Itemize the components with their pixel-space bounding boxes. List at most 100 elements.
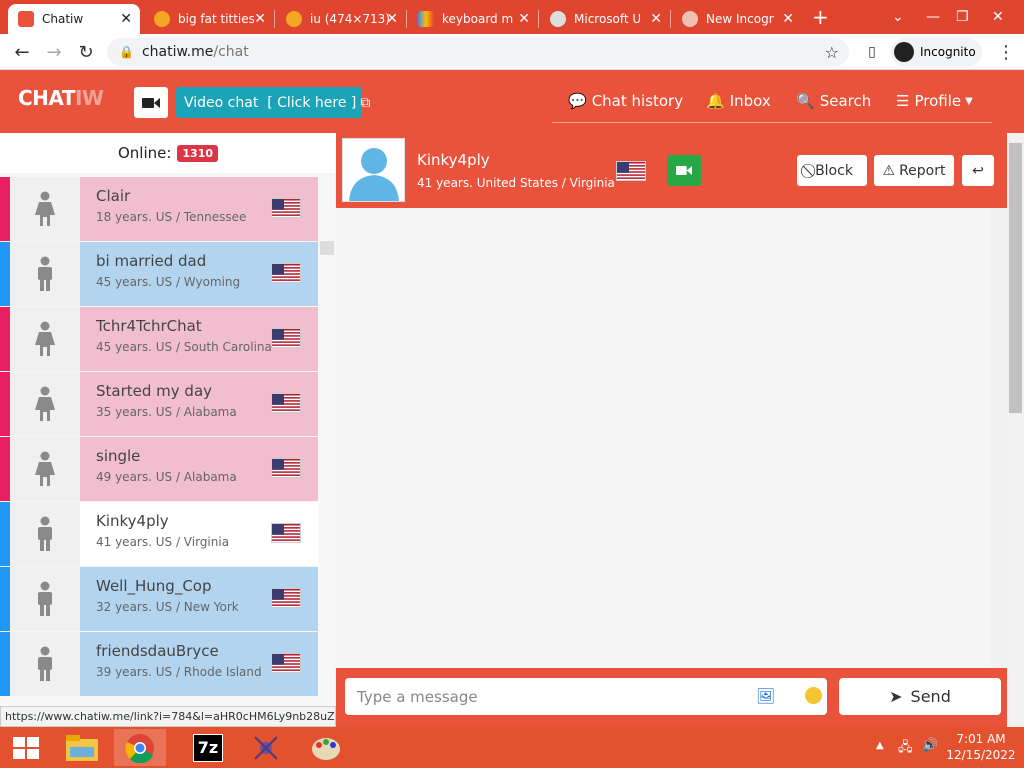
video-camera-button[interactable] xyxy=(134,87,168,118)
nav-search[interactable]: 🔍 Search xyxy=(796,92,871,110)
scroll-thumb[interactable] xyxy=(320,241,334,255)
show-hidden-icons[interactable]: ▲ xyxy=(876,740,884,751)
report-button[interactable]: ⚠ Report xyxy=(874,155,954,186)
emoji-icon[interactable] xyxy=(805,687,822,704)
message-scrollbar[interactable] xyxy=(991,208,1007,668)
close-tab-icon[interactable]: ✕ xyxy=(782,11,794,27)
menu-kebab-icon[interactable]: ⋮ xyxy=(992,34,1020,70)
us-flag-icon xyxy=(271,523,301,543)
network-icon[interactable]: 🖧 xyxy=(898,738,913,760)
tab-chatiw[interactable]: Chatiw ✕ xyxy=(8,4,140,34)
user-list-item[interactable]: Clair 18 years. US / Tennessee xyxy=(0,177,318,241)
site-favicon-icon xyxy=(286,11,302,27)
close-window-icon[interactable]: ✕ xyxy=(992,0,1004,34)
paint-icon[interactable] xyxy=(300,729,352,766)
new-tab-icon[interactable]: + xyxy=(812,0,832,34)
url-bar[interactable]: 🔒 chatiw.me /chat ☆ xyxy=(107,38,849,66)
tab-title: Microsoft U xyxy=(574,12,640,26)
avatar[interactable] xyxy=(342,138,405,202)
nav-profile[interactable]: ☰ Profile ▼ xyxy=(896,92,973,110)
gender-stripe xyxy=(0,437,10,501)
us-flag-icon xyxy=(271,263,301,283)
system-clock[interactable]: 7:01 AM 12/15/2022 xyxy=(946,731,1016,763)
nav-chat-history[interactable]: 💬 Chat history xyxy=(568,92,683,110)
user-card[interactable]: single 49 years. US / Alabama xyxy=(80,437,318,501)
site-header: CHATIW Video chat [ Click here ] ⧉ 💬 Cha… xyxy=(0,70,1024,133)
tab-2[interactable]: big fat titties ✕ xyxy=(144,4,274,34)
app-spider-icon[interactable] xyxy=(240,729,292,766)
user-list-item[interactable]: Kinky4ply 41 years. US / Virginia xyxy=(0,502,318,566)
page-scrollbar[interactable] xyxy=(1007,133,1024,727)
us-flag-icon xyxy=(616,161,646,181)
close-tab-icon[interactable]: ✕ xyxy=(254,11,266,27)
incognito-indicator[interactable]: Incognito xyxy=(890,38,982,66)
message-input[interactable]: Type a message 🖼 xyxy=(345,678,827,715)
tab-title: big fat titties xyxy=(178,12,254,26)
windows-start-icon[interactable] xyxy=(0,729,52,766)
site-favicon-icon xyxy=(154,11,170,27)
send-button[interactable]: ➤ Send xyxy=(839,678,1001,715)
online-count-badge: 1310 xyxy=(177,144,219,162)
nav-label: Inbox xyxy=(729,92,771,110)
user-list-item[interactable]: friendsdauBryce 39 years. US / Rhode Isla… xyxy=(0,632,318,696)
user-card[interactable]: bi married dad 45 years. US / Wyoming xyxy=(80,242,318,306)
tab-3[interactable]: iu (474×713) ✕ xyxy=(276,4,406,34)
user-card[interactable]: friendsdauBryce 39 years. US / Rhode Isla… xyxy=(80,632,318,696)
us-flag-icon xyxy=(271,653,301,673)
tab-4[interactable]: keyboard m ✕ xyxy=(408,4,538,34)
user-list-item[interactable]: Tchr4TchrChat 45 years. US / South Caroli… xyxy=(0,307,318,371)
message-placeholder: Type a message xyxy=(357,687,478,706)
image-upload-icon[interactable]: 🖼 xyxy=(756,687,775,705)
close-tab-icon[interactable]: ✕ xyxy=(120,11,132,27)
user-list-scrollbar[interactable] xyxy=(318,173,336,706)
close-tab-icon[interactable]: ✕ xyxy=(518,11,530,27)
user-name: Started my day xyxy=(96,382,213,400)
user-list-item[interactable]: Well_Hung_Cop 32 years. US / New York xyxy=(0,567,318,631)
nav-inbox[interactable]: 🔔 Inbox xyxy=(706,92,771,110)
caret-down-icon: ▼ xyxy=(965,95,973,107)
block-button[interactable]: ⃠ Block xyxy=(797,155,867,186)
user-card[interactable]: Kinky4ply 41 years. US / Virginia xyxy=(80,502,318,566)
scroll-thumb[interactable] xyxy=(1009,143,1022,413)
reload-icon[interactable]: ↻ xyxy=(72,34,100,70)
user-list-item[interactable]: single 49 years. US / Alabama xyxy=(0,437,318,501)
user-info: 18 years. US / Tennessee xyxy=(96,210,247,224)
bookmark-star-icon[interactable]: ☆ xyxy=(825,43,839,62)
reply-arrow-icon: ↩ xyxy=(972,162,984,179)
restore-icon[interactable]: ❐ xyxy=(956,0,969,34)
male-user-icon xyxy=(10,242,80,306)
volume-icon[interactable]: 🔊 xyxy=(922,738,938,753)
video-call-button[interactable] xyxy=(667,155,701,186)
tab-6[interactable]: New Incogn ✕ xyxy=(672,4,802,34)
tab-5[interactable]: Microsoft U ✕ xyxy=(540,4,670,34)
side-panel-icon[interactable]: ▯ xyxy=(858,34,886,70)
user-card[interactable]: Started my day 35 years. US / Alabama xyxy=(80,372,318,436)
female-user-icon xyxy=(10,372,80,436)
7zip-icon[interactable]: 7z xyxy=(182,729,234,766)
minimize-icon[interactable]: — xyxy=(926,0,940,34)
forward-arrow-icon[interactable]: → xyxy=(40,34,68,70)
user-list-item[interactable]: bi married dad 45 years. US / Wyoming xyxy=(0,242,318,306)
sliders-icon: ☰ xyxy=(896,92,910,110)
user-info: 41 years. US / Virginia xyxy=(96,535,230,549)
user-list-item[interactable]: Started my day 35 years. US / Alabama xyxy=(0,372,318,436)
block-label: Block xyxy=(815,162,853,179)
user-info: 45 years. US / Wyoming xyxy=(96,275,241,289)
us-flag-icon xyxy=(271,198,301,218)
user-card[interactable]: Clair 18 years. US / Tennessee xyxy=(80,177,318,241)
close-tab-icon[interactable]: ✕ xyxy=(650,11,662,27)
user-card[interactable]: Tchr4TchrChat 45 years. US / South Caroli… xyxy=(80,307,318,371)
back-button[interactable]: ↩ xyxy=(962,155,994,186)
chat-partner-info: 41 years. United States / Virginia xyxy=(417,176,615,190)
chevron-down-icon[interactable]: ⌄ xyxy=(892,0,904,34)
back-arrow-icon[interactable]: ← xyxy=(8,34,36,70)
gender-stripe xyxy=(0,177,10,241)
file-explorer-icon[interactable] xyxy=(56,729,108,766)
send-label: Send xyxy=(910,687,951,706)
close-tab-icon[interactable]: ✕ xyxy=(386,11,398,27)
user-card[interactable]: Well_Hung_Cop 32 years. US / New York xyxy=(80,567,318,631)
chatiw-logo[interactable]: CHATIW xyxy=(18,86,104,110)
clock-date: 12/15/2022 xyxy=(946,748,1016,762)
chrome-icon[interactable] xyxy=(114,729,166,766)
video-chat-button[interactable]: Video chat [ Click here ] ⧉ xyxy=(176,87,370,118)
